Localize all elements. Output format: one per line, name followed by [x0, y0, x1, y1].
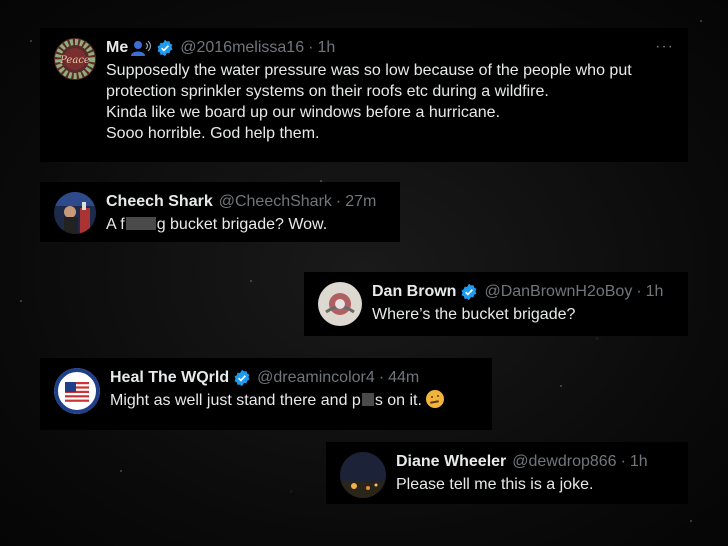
avatar-image: [318, 282, 362, 326]
tweet-text-start: A f: [106, 216, 125, 233]
person-speaking-icon: [130, 39, 152, 57]
thinking-face-icon: [425, 390, 444, 408]
censor-block: [361, 393, 374, 406]
tweet-text: Supposedly the water pressure was so low…: [106, 60, 674, 144]
user-handle[interactable]: @2016melissa16: [180, 38, 304, 58]
tweet-text: Where’s the bucket brigade?: [372, 306, 576, 323]
background-speck: [690, 520, 692, 522]
more-options-icon[interactable]: ···: [655, 38, 674, 56]
tweet-text-start: Might as well just stand there and p: [110, 392, 361, 409]
tweet-header: Dan Brown @DanBrownH2oBoy · 1h: [372, 282, 674, 302]
display-name[interactable]: Diane Wheeler: [396, 452, 506, 472]
timestamp[interactable]: 27m: [345, 192, 376, 212]
timestamp[interactable]: 1h: [317, 38, 335, 58]
separator: ·: [335, 193, 342, 210]
display-name[interactable]: Me: [106, 38, 128, 58]
background-speck: [30, 40, 32, 42]
tweet-text: Might as well just stand there and p s on…: [110, 390, 478, 411]
tweet-text: Please tell me this is a joke.: [396, 476, 594, 493]
tweet-header: Diane Wheeler @dewdrop866 · 1h: [396, 452, 674, 472]
tweet-text-end: g bucket brigade? Wow.: [156, 216, 328, 233]
timestamp[interactable]: 44m: [388, 368, 419, 388]
user-handle[interactable]: @dreamincolor4: [257, 368, 375, 388]
user-handle[interactable]: @dewdrop866: [512, 452, 616, 472]
avatar-image: [54, 368, 100, 414]
separator: ·: [308, 39, 314, 56]
tweet-text: A f g bucket brigade? Wow.: [106, 214, 386, 235]
background-speck: [120, 470, 122, 472]
background-speck: [700, 20, 702, 22]
timestamp[interactable]: 1h: [646, 282, 664, 302]
tweet-line: Supposedly the water pressure was so low…: [106, 62, 632, 79]
display-name[interactable]: Heal The WQrld: [110, 368, 229, 388]
background-speck: [560, 385, 562, 387]
tweet-body: Me @2016melissa16 · 1h Supposedly the wa…: [106, 38, 674, 144]
tweet-card[interactable]: Dan Brown @DanBrownH2oBoy · 1h Where’s t…: [304, 272, 688, 336]
tweet-line: Kinda like we board up our windows befor…: [106, 104, 501, 121]
user-handle[interactable]: @DanBrownH2oBoy: [484, 282, 632, 302]
avatar[interactable]: [318, 282, 362, 326]
stage: Peace Me @2016melissa16 · 1h Supposedly …: [0, 0, 728, 546]
tweet-text-end: s on it.: [374, 392, 422, 409]
avatar[interactable]: [340, 452, 386, 498]
avatar-image: [54, 192, 96, 234]
svg-text:Peace: Peace: [59, 55, 90, 66]
avatar[interactable]: Peace: [54, 38, 96, 80]
tweet-card[interactable]: Peace Me @2016melissa16 · 1h Supposedly …: [40, 28, 688, 162]
timestamp[interactable]: 1h: [630, 452, 648, 472]
tweet-card[interactable]: Cheech Shark @CheechShark · 27m A f g buc…: [40, 182, 400, 242]
verified-badge-icon: [233, 369, 251, 387]
avatar-image: Peace: [54, 38, 96, 80]
tweet-card[interactable]: Diane Wheeler @dewdrop866 · 1h Please te…: [326, 442, 688, 504]
tweet-body: Heal The WQrld @dreamincolor4 · 44m Migh…: [110, 368, 478, 411]
separator: ·: [378, 369, 385, 386]
user-handle[interactable]: @CheechShark: [219, 192, 332, 212]
display-name[interactable]: Dan Brown: [372, 282, 456, 302]
separator: ·: [620, 453, 626, 470]
avatar[interactable]: [54, 368, 100, 414]
tweet-header: Heal The WQrld @dreamincolor4 · 44m: [110, 368, 478, 388]
background-speck: [250, 280, 252, 282]
tweet-header: Cheech Shark @CheechShark · 27m: [106, 192, 386, 212]
tweet-body: Dan Brown @DanBrownH2oBoy · 1h Where’s t…: [372, 282, 674, 325]
tweet-line: Sooo horrible. God help them.: [106, 125, 320, 142]
display-name[interactable]: Cheech Shark: [106, 192, 213, 212]
verified-badge-icon: [156, 39, 174, 57]
tweet-card[interactable]: Heal The WQrld @dreamincolor4 · 44m Migh…: [40, 358, 492, 430]
tweet-header: Me @2016melissa16 · 1h: [106, 38, 674, 58]
tweet-line: protection sprinkler systems on their ro…: [106, 83, 549, 100]
separator: ·: [636, 283, 642, 300]
tweet-body: Cheech Shark @CheechShark · 27m A f g buc…: [106, 192, 386, 235]
tweet-body: Diane Wheeler @dewdrop866 · 1h Please te…: [396, 452, 674, 495]
verified-badge-icon: [460, 283, 478, 301]
background-speck: [20, 300, 22, 302]
avatar-image: [340, 452, 386, 498]
censor-block: [125, 217, 156, 230]
avatar[interactable]: [54, 192, 96, 234]
